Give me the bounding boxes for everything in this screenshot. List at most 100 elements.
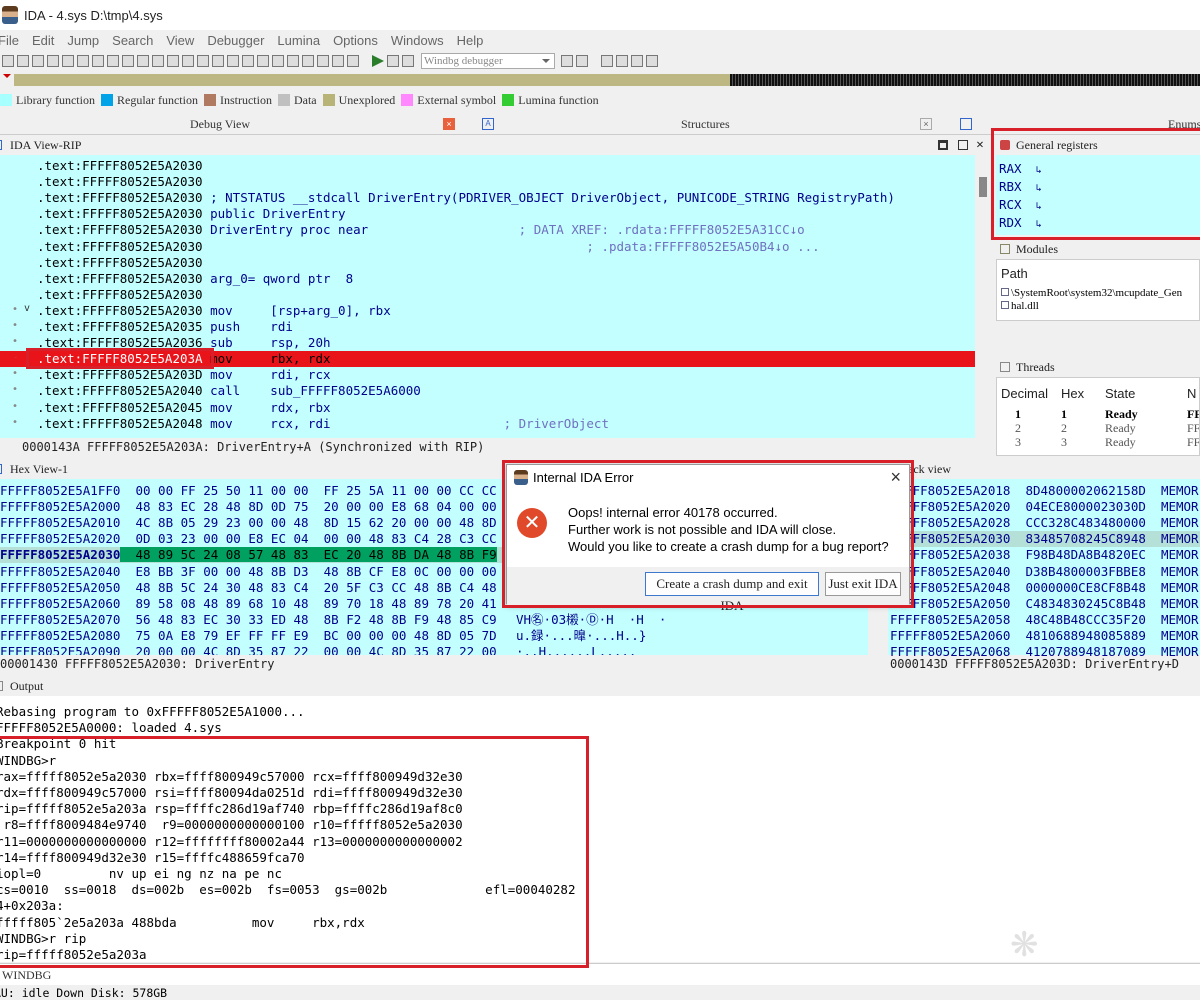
restore-icon[interactable] bbox=[958, 140, 968, 150]
toolbar-icon[interactable] bbox=[576, 55, 588, 67]
disasm-line[interactable]: .text:FFFFF8052E5A2030 bbox=[37, 174, 203, 190]
toolbar-icon[interactable] bbox=[302, 55, 314, 67]
toolbar-icon[interactable] bbox=[287, 55, 299, 67]
toolbar-icon[interactable] bbox=[167, 55, 179, 67]
tab-enums[interactable]: Enums bbox=[1168, 114, 1200, 135]
navigation-band[interactable] bbox=[0, 72, 1200, 88]
thread-cell[interactable]: 2 bbox=[1015, 421, 1021, 436]
dialog-close-button[interactable]: × bbox=[890, 467, 901, 488]
thread-cell[interactable]: 3 bbox=[1015, 435, 1021, 450]
pause-icon[interactable] bbox=[387, 55, 399, 67]
toolbar-icon[interactable] bbox=[107, 55, 119, 67]
forward-icon[interactable] bbox=[17, 55, 29, 67]
hex-line[interactable]: FFFFF8052E5A2050 48 8B 5C 24 30 48 83 C4… bbox=[0, 580, 497, 596]
register-rbx[interactable]: RBX ↳ bbox=[999, 179, 1042, 194]
back-icon[interactable] bbox=[2, 55, 14, 67]
toolbar-icon[interactable] bbox=[152, 55, 164, 67]
toolbar-icon[interactable] bbox=[272, 55, 284, 67]
disasm-line[interactable]: .text:FFFFF8052E5A2040 call sub_FFFFF805… bbox=[37, 383, 421, 399]
hex-line[interactable]: FFFFF8052E5A1FF0 00 00 FF 25 50 11 00 00… bbox=[0, 483, 497, 499]
stack-line[interactable]: FFFFF8052E5A2058 48C48B48CCC35F20 MEMOR bbox=[890, 612, 1199, 628]
hex-line[interactable]: FFFFF8052E5A2060 89 58 08 48 89 68 10 48… bbox=[0, 596, 497, 612]
start-debug-icon[interactable] bbox=[372, 55, 384, 67]
collapse-arrow-icon[interactable]: v bbox=[24, 303, 30, 314]
toolbar-icon[interactable] bbox=[332, 55, 344, 67]
toolbar-icon[interactable] bbox=[32, 55, 44, 67]
toolbar-icon[interactable] bbox=[92, 55, 104, 67]
disasm-line[interactable]: .text:FFFFF8052E5A2030 public DriverEntr… bbox=[37, 206, 346, 222]
disasm-line[interactable]: .text:FFFFF8052E5A2035 push rdi bbox=[37, 319, 293, 335]
disasm-line[interactable]: .text:FFFFF8052E5A2030 mov [rsp+arg_0], … bbox=[37, 303, 391, 319]
menu-item-search[interactable]: Search bbox=[112, 33, 153, 48]
stack-line[interactable]: FFFFF8052E5A2030 83485708245C8948 MEMOR bbox=[888, 531, 1200, 548]
register-rdx[interactable]: RDX ↳ bbox=[999, 215, 1042, 230]
toolbar-icon[interactable] bbox=[257, 55, 269, 67]
toolbar-icon[interactable] bbox=[347, 55, 359, 67]
close-icon[interactable]: × bbox=[976, 136, 984, 155]
toolbar-icon[interactable] bbox=[122, 55, 134, 67]
toolbar-icon[interactable] bbox=[77, 55, 89, 67]
hex-line[interactable]: FFFFF8052E5A2020 0D 03 23 00 00 E8 EC 04… bbox=[0, 531, 497, 547]
disasm-line[interactable]: .text:FFFFF8052E5A2030 bbox=[37, 158, 203, 174]
maximize-icon[interactable] bbox=[938, 140, 948, 150]
register-rax[interactable]: RAX ↳ bbox=[999, 161, 1042, 176]
hex-line[interactable]: FFFFF8052E5A2030 48 89 5C 24 08 57 48 83… bbox=[0, 547, 505, 564]
menu-item-debugger[interactable]: Debugger bbox=[207, 33, 264, 48]
menu-item-help[interactable]: Help bbox=[457, 33, 484, 48]
menu-item-edit[interactable]: Edit bbox=[32, 33, 54, 48]
toolbar-icon[interactable] bbox=[62, 55, 74, 67]
debugger-select[interactable]: Windbg debugger bbox=[421, 53, 555, 69]
disasm-line[interactable]: .text:FFFFF8052E5A2030 ; NTSTATUS __stdc… bbox=[37, 190, 895, 206]
toolbar-icon[interactable] bbox=[182, 55, 194, 67]
tab-debug-view[interactable]: Debug View bbox=[190, 114, 250, 135]
breakpoint-icon[interactable] bbox=[11, 352, 17, 358]
crash-dump-button[interactable]: Create a crash dump and exit IDA bbox=[645, 572, 819, 613]
menu-item-view[interactable]: View bbox=[166, 33, 194, 48]
disasm-line[interactable]: .text:FFFFF8052E5A203A mov rbx, rdx bbox=[0, 351, 975, 368]
module-item[interactable]: hal.dll bbox=[1001, 300, 1200, 313]
hex-line[interactable]: FFFFF8052E5A2040 E8 BB 3F 00 00 48 8B D3… bbox=[0, 564, 497, 580]
module-item[interactable]: \SystemRoot\system32\mcupdate_Gen bbox=[1001, 287, 1200, 300]
disasm-line[interactable]: .text:FFFFF8052E5A2030 DriverEntry proc … bbox=[37, 222, 805, 238]
scroll-thumb[interactable] bbox=[979, 177, 987, 197]
menu-item-options[interactable]: Options bbox=[333, 33, 378, 48]
hex-line[interactable]: FFFFF8052E5A2000 48 83 EC 28 48 8D 0D 75… bbox=[0, 499, 497, 515]
toolbar-icon[interactable] bbox=[646, 55, 658, 67]
toolbar-icon[interactable] bbox=[197, 55, 209, 67]
stack-line[interactable]: FFFFF8052E5A2018 8D4800002062158D MEMOR bbox=[890, 483, 1199, 499]
toolbar-icon[interactable] bbox=[561, 55, 573, 67]
stack-line[interactable]: FFFFF8052E5A2060 4810688948085889 MEMOR bbox=[890, 628, 1199, 644]
toolbar-icon[interactable] bbox=[212, 55, 224, 67]
disasm-line[interactable]: .text:FFFFF8052E5A2030 arg_0= qword ptr … bbox=[37, 271, 353, 287]
disasm-line[interactable]: .text:FFFFF8052E5A2036 sub rsp, 20h bbox=[37, 335, 331, 351]
disasm-line[interactable]: .text:FFFFF8052E5A2030 bbox=[37, 287, 203, 303]
stack-line[interactable]: FFFFF8052E5A2048 0000000CE8CF8B48 MEMOR bbox=[890, 580, 1199, 596]
toolbar-icon[interactable] bbox=[317, 55, 329, 67]
ida-view-scrollbar[interactable] bbox=[975, 155, 992, 438]
stack-line[interactable]: FFFFF8052E5A2028 CCC328C483480000 MEMOR bbox=[890, 515, 1199, 531]
stop-icon[interactable] bbox=[402, 55, 414, 67]
hex-line[interactable]: FFFFF8052E5A2090 20 00 00 4C 8D 35 87 22… bbox=[0, 644, 497, 655]
just-exit-button[interactable]: Just exit IDA bbox=[825, 572, 901, 596]
hex-line[interactable]: FFFFF8052E5A2080 75 0A E8 79 EF FF FF E9… bbox=[0, 628, 497, 644]
tab-structures[interactable]: Structures bbox=[681, 114, 730, 135]
menu-item-lumina[interactable]: Lumina bbox=[277, 33, 320, 48]
hex-line[interactable]: FFFFF8052E5A2010 4C 8B 05 29 23 00 00 48… bbox=[0, 515, 497, 531]
disasm-line[interactable]: .text:FFFFF8052E5A2045 mov rdx, rbx bbox=[37, 400, 331, 416]
menu-item-file[interactable]: File bbox=[0, 33, 19, 48]
toolbar-icon[interactable] bbox=[242, 55, 254, 67]
menu-item-windows[interactable]: Windows bbox=[391, 33, 444, 48]
ida-view-disassembly[interactable]: .text:FFFFF8052E5A2030 .text:FFFFF8052E5A… bbox=[0, 155, 975, 438]
threads-panel[interactable]: Decimal Hex State N 1 1 Ready FF 2 2 Ready FF 3 3 Read… bbox=[996, 377, 1200, 456]
close-icon[interactable]: × bbox=[443, 118, 455, 130]
thread-cell[interactable]: 1 bbox=[1015, 407, 1021, 422]
stack-line[interactable]: FFFFF8052E5A2040 D38B4800003FBBE8 MEMOR bbox=[890, 564, 1199, 580]
stack-line[interactable]: FFFFF8052E5A2050 C4834830245C8B48 MEMOR bbox=[890, 596, 1199, 612]
close-icon[interactable]: × bbox=[920, 118, 932, 130]
toolbar-icon[interactable] bbox=[631, 55, 643, 67]
disasm-line[interactable]: .text:FFFFF8052E5A203D mov rdi, rcx bbox=[37, 367, 331, 383]
toolbar-icon[interactable] bbox=[137, 55, 149, 67]
disasm-line[interactable]: .text:FFFFF8052E5A2030 bbox=[37, 255, 203, 271]
disasm-line[interactable]: .text:FFFFF8052E5A2030 ; .pdata:FFFFF805… bbox=[37, 239, 820, 255]
toolbar-icon[interactable] bbox=[227, 55, 239, 67]
